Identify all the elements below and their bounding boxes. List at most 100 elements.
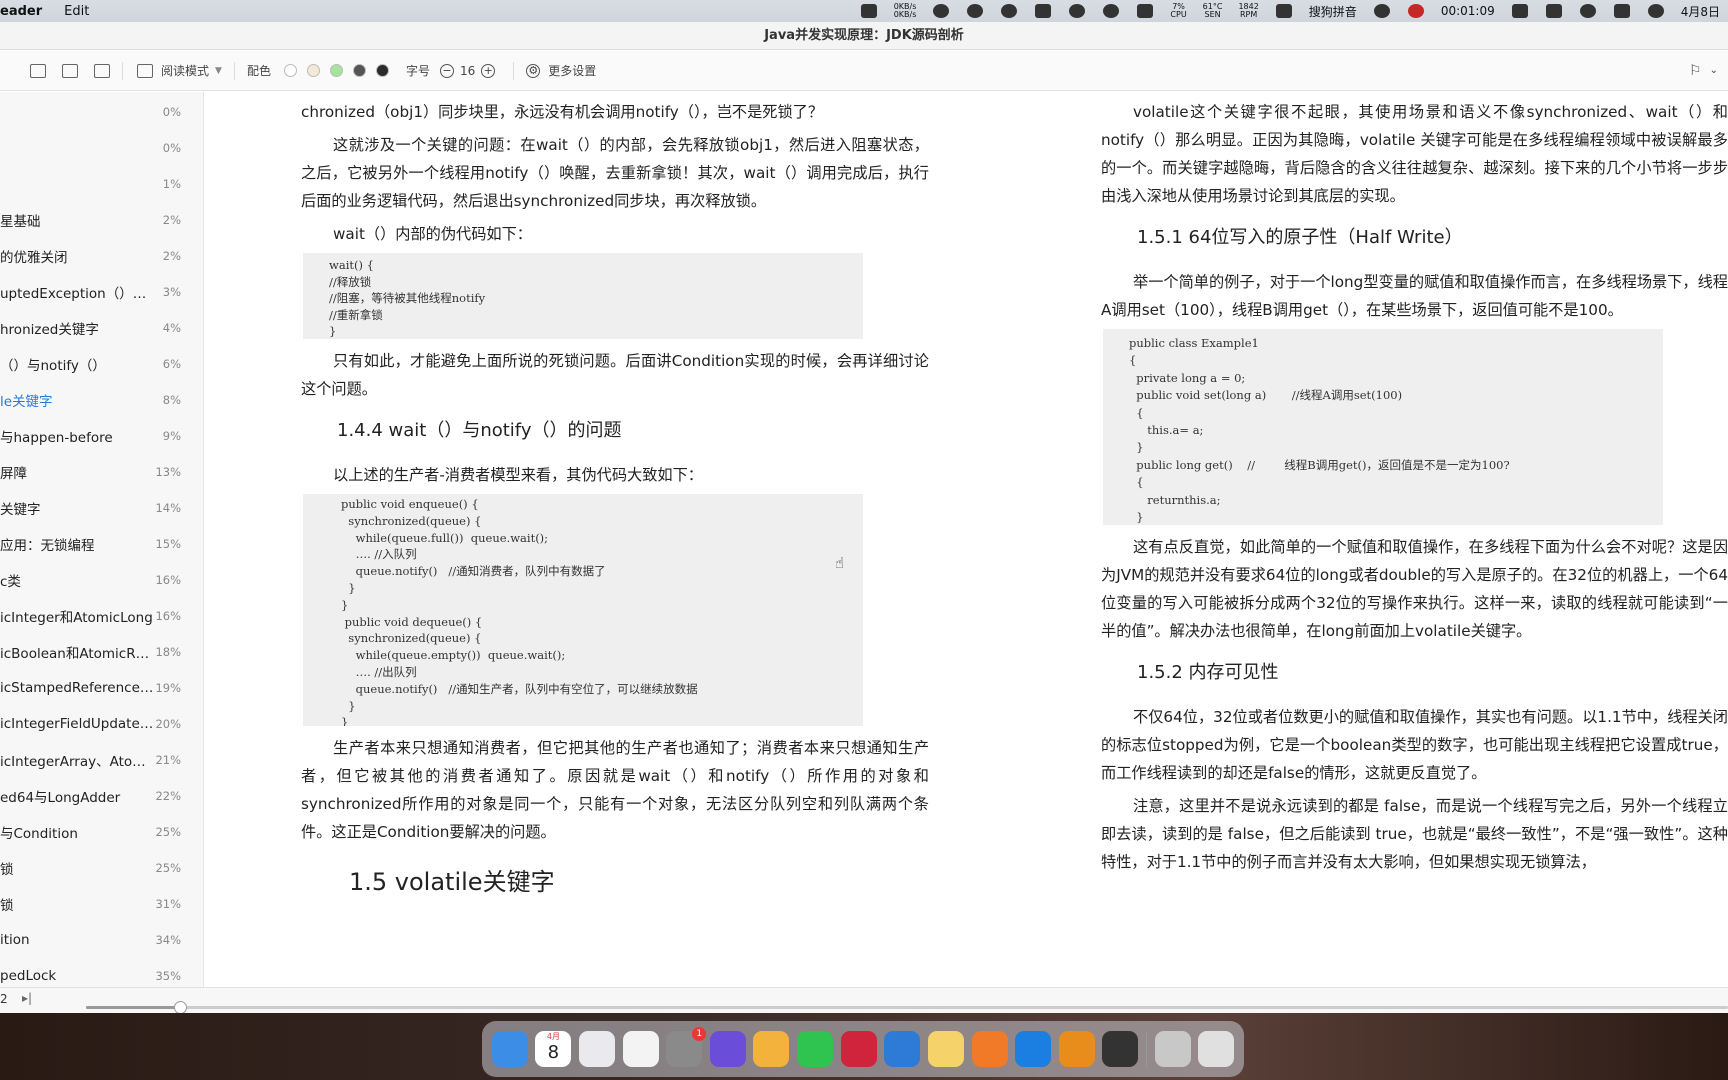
cheese-icon[interactable] <box>927 1031 964 1067</box>
swatch-green[interactable] <box>329 64 343 77</box>
more-settings-button[interactable]: 更多设置 <box>548 62 596 79</box>
chevron-down-icon[interactable]: ▼ <box>215 66 222 76</box>
toc-item[interactable]: 的优雅关闭 2% <box>0 238 203 274</box>
toc-item[interactable]: 与happen-before 9% <box>0 418 203 454</box>
swatch-white[interactable] <box>283 64 297 77</box>
font-size-value: 16 <box>459 63 476 78</box>
chapter-heading: 1.5 volatile关键字 <box>349 868 555 896</box>
bluetooth-icon[interactable] <box>1511 4 1528 18</box>
toc-item[interactable]: （）与notify（） 6% <box>0 346 203 382</box>
gear-icon[interactable]: ⚙ <box>526 63 541 78</box>
toc-item[interactable]: 应用：无锁编程 15% <box>0 526 203 562</box>
reading-mode-icon[interactable] <box>137 63 153 78</box>
cat-icon[interactable] <box>860 4 877 18</box>
toc-item[interactable]: ition 34% <box>0 922 203 958</box>
toc-item[interactable]: 0% <box>0 130 203 166</box>
toc-item[interactable]: 锁 25% <box>0 850 203 886</box>
vscode-icon[interactable] <box>884 1031 921 1067</box>
toc-item[interactable]: 星基础 2% <box>0 202 203 238</box>
intellij-icon[interactable] <box>840 1031 877 1067</box>
pause-icon[interactable] <box>1373 4 1390 18</box>
toc-item[interactable]: le关键字 8% <box>0 382 203 418</box>
obsidian-icon[interactable] <box>709 1031 746 1067</box>
swatch-gray[interactable] <box>352 64 366 77</box>
list-icon[interactable] <box>62 63 78 78</box>
wechat-icon[interactable] <box>1001 4 1018 18</box>
bookmark-icon[interactable] <box>1035 4 1052 18</box>
toc-item[interactable]: 关键字 14% <box>0 490 203 526</box>
next-chapter-icon[interactable]: ▸| <box>22 991 32 1005</box>
trash-icon[interactable] <box>1198 1031 1235 1067</box>
calendar-icon[interactable]: 4月 8 <box>535 1031 572 1067</box>
chrome-icon[interactable] <box>753 1031 790 1067</box>
sogou-ime-icon[interactable] <box>1275 4 1292 18</box>
brightness-icon[interactable] <box>1103 4 1120 18</box>
toc-item[interactable]: icIntegerArray、Ato… 21% <box>0 742 203 778</box>
expand-chevron-icon[interactable]: ⌄ <box>1710 65 1718 76</box>
toc-item-label: 与happen-before <box>0 430 113 446</box>
swatch-dark[interactable] <box>375 64 389 77</box>
reading-area[interactable]: chronized（obj1）同步块里，永远没有机会调用notify（），岂不是… <box>205 92 1728 987</box>
paragraph: wait（）内部的伪代码如下： <box>333 225 532 243</box>
toc-item-label: 与Condition <box>0 826 78 842</box>
toc-item-percent: 3% <box>162 285 181 299</box>
siri-icon[interactable] <box>1647 4 1664 18</box>
check-icon[interactable] <box>933 4 950 18</box>
progress-slider[interactable] <box>86 1001 1728 1014</box>
openai-icon[interactable] <box>1069 4 1086 18</box>
code-block: public class Example1 { private long a =… <box>1103 329 1663 525</box>
progress-fill <box>86 1006 180 1009</box>
volume-icon[interactable] <box>1137 4 1154 18</box>
toc-item[interactable]: pedLock 35% <box>0 958 203 987</box>
launchpad-icon[interactable] <box>579 1031 616 1067</box>
dictionary-icon[interactable] <box>1015 1031 1052 1067</box>
toc-item[interactable]: c类 16% <box>0 562 203 598</box>
copy-icon[interactable] <box>30 63 46 78</box>
toc-item-percent: 25% <box>155 861 181 875</box>
network-speed[interactable]: 0KB/s 0KB/s <box>894 3 917 19</box>
ime-name[interactable]: 搜狗拼音 <box>1309 3 1357 20</box>
menubar-date[interactable]: 4月8日 <box>1681 3 1720 20</box>
toc-item[interactable]: icBoolean和AtomicR… 18% <box>0 634 203 670</box>
toc-item[interactable]: 锁 31% <box>0 886 203 922</box>
swatch-beige[interactable] <box>306 64 320 77</box>
font-decrease-button[interactable]: − <box>439 63 454 78</box>
section-heading: 1.5.1 64位写入的原子性（Half Write） <box>1137 227 1463 248</box>
screen-recorder-icon[interactable] <box>1102 1031 1139 1067</box>
toc-item[interactable]: uptedException（）… 3% <box>0 274 203 310</box>
edit-menu[interactable]: Edit <box>64 4 89 19</box>
toc-item[interactable]: 1% <box>0 166 203 202</box>
paragraph: 只有如此，才能避免上面所说的死锁问题。后面讲Condition实现的时候，会再详… <box>301 352 929 398</box>
record-stop-icon[interactable] <box>1407 4 1424 18</box>
file-icon[interactable] <box>1154 1031 1191 1067</box>
wifi-icon[interactable] <box>1579 4 1596 18</box>
wechat-icon[interactable] <box>797 1031 834 1067</box>
toc-item[interactable]: icStampedReference… 19% <box>0 670 203 706</box>
reading-mode-button[interactable]: 阅读模式 <box>161 62 209 79</box>
toc-item-percent: 21% <box>155 753 181 767</box>
toc-item[interactable]: ed64与LongAdder 22% <box>0 778 203 814</box>
toc-item[interactable]: icIntegerFieldUpdate… 20% <box>0 706 203 742</box>
reminders-icon[interactable] <box>622 1031 659 1067</box>
app-icon[interactable] <box>971 1031 1008 1067</box>
code-block: public void enqueue() { synchronized(que… <box>303 494 863 726</box>
notes-icon[interactable] <box>94 63 110 78</box>
cpu-usage[interactable]: 7% CPU <box>1170 3 1186 19</box>
fan-rpm[interactable]: 1842 RPM <box>1238 3 1258 19</box>
bookmark-toggle-icon[interactable]: ⚐ <box>1689 63 1702 79</box>
system-settings-icon[interactable]: 1 <box>666 1027 707 1067</box>
temperature[interactable]: 61°C SEN <box>1203 3 1223 19</box>
toc-item[interactable]: 屏障 13% <box>0 454 203 490</box>
battery-icon[interactable] <box>1545 4 1562 18</box>
toc-item[interactable]: icInteger和AtomicLong 16% <box>0 598 203 634</box>
search-icon[interactable] <box>967 4 984 18</box>
toc-item[interactable]: 与Condition 25% <box>0 814 203 850</box>
control-center-icon[interactable] <box>1613 4 1630 18</box>
app-menu[interactable]: eader <box>0 4 42 19</box>
toc-item-percent: 35% <box>155 969 181 983</box>
sublime-icon[interactable] <box>1058 1031 1095 1067</box>
font-increase-button[interactable]: + <box>481 63 496 78</box>
finder-icon[interactable] <box>491 1031 528 1067</box>
toc-item[interactable]: hronized关键字 4% <box>0 310 203 346</box>
toc-item[interactable]: 0% <box>0 94 203 130</box>
